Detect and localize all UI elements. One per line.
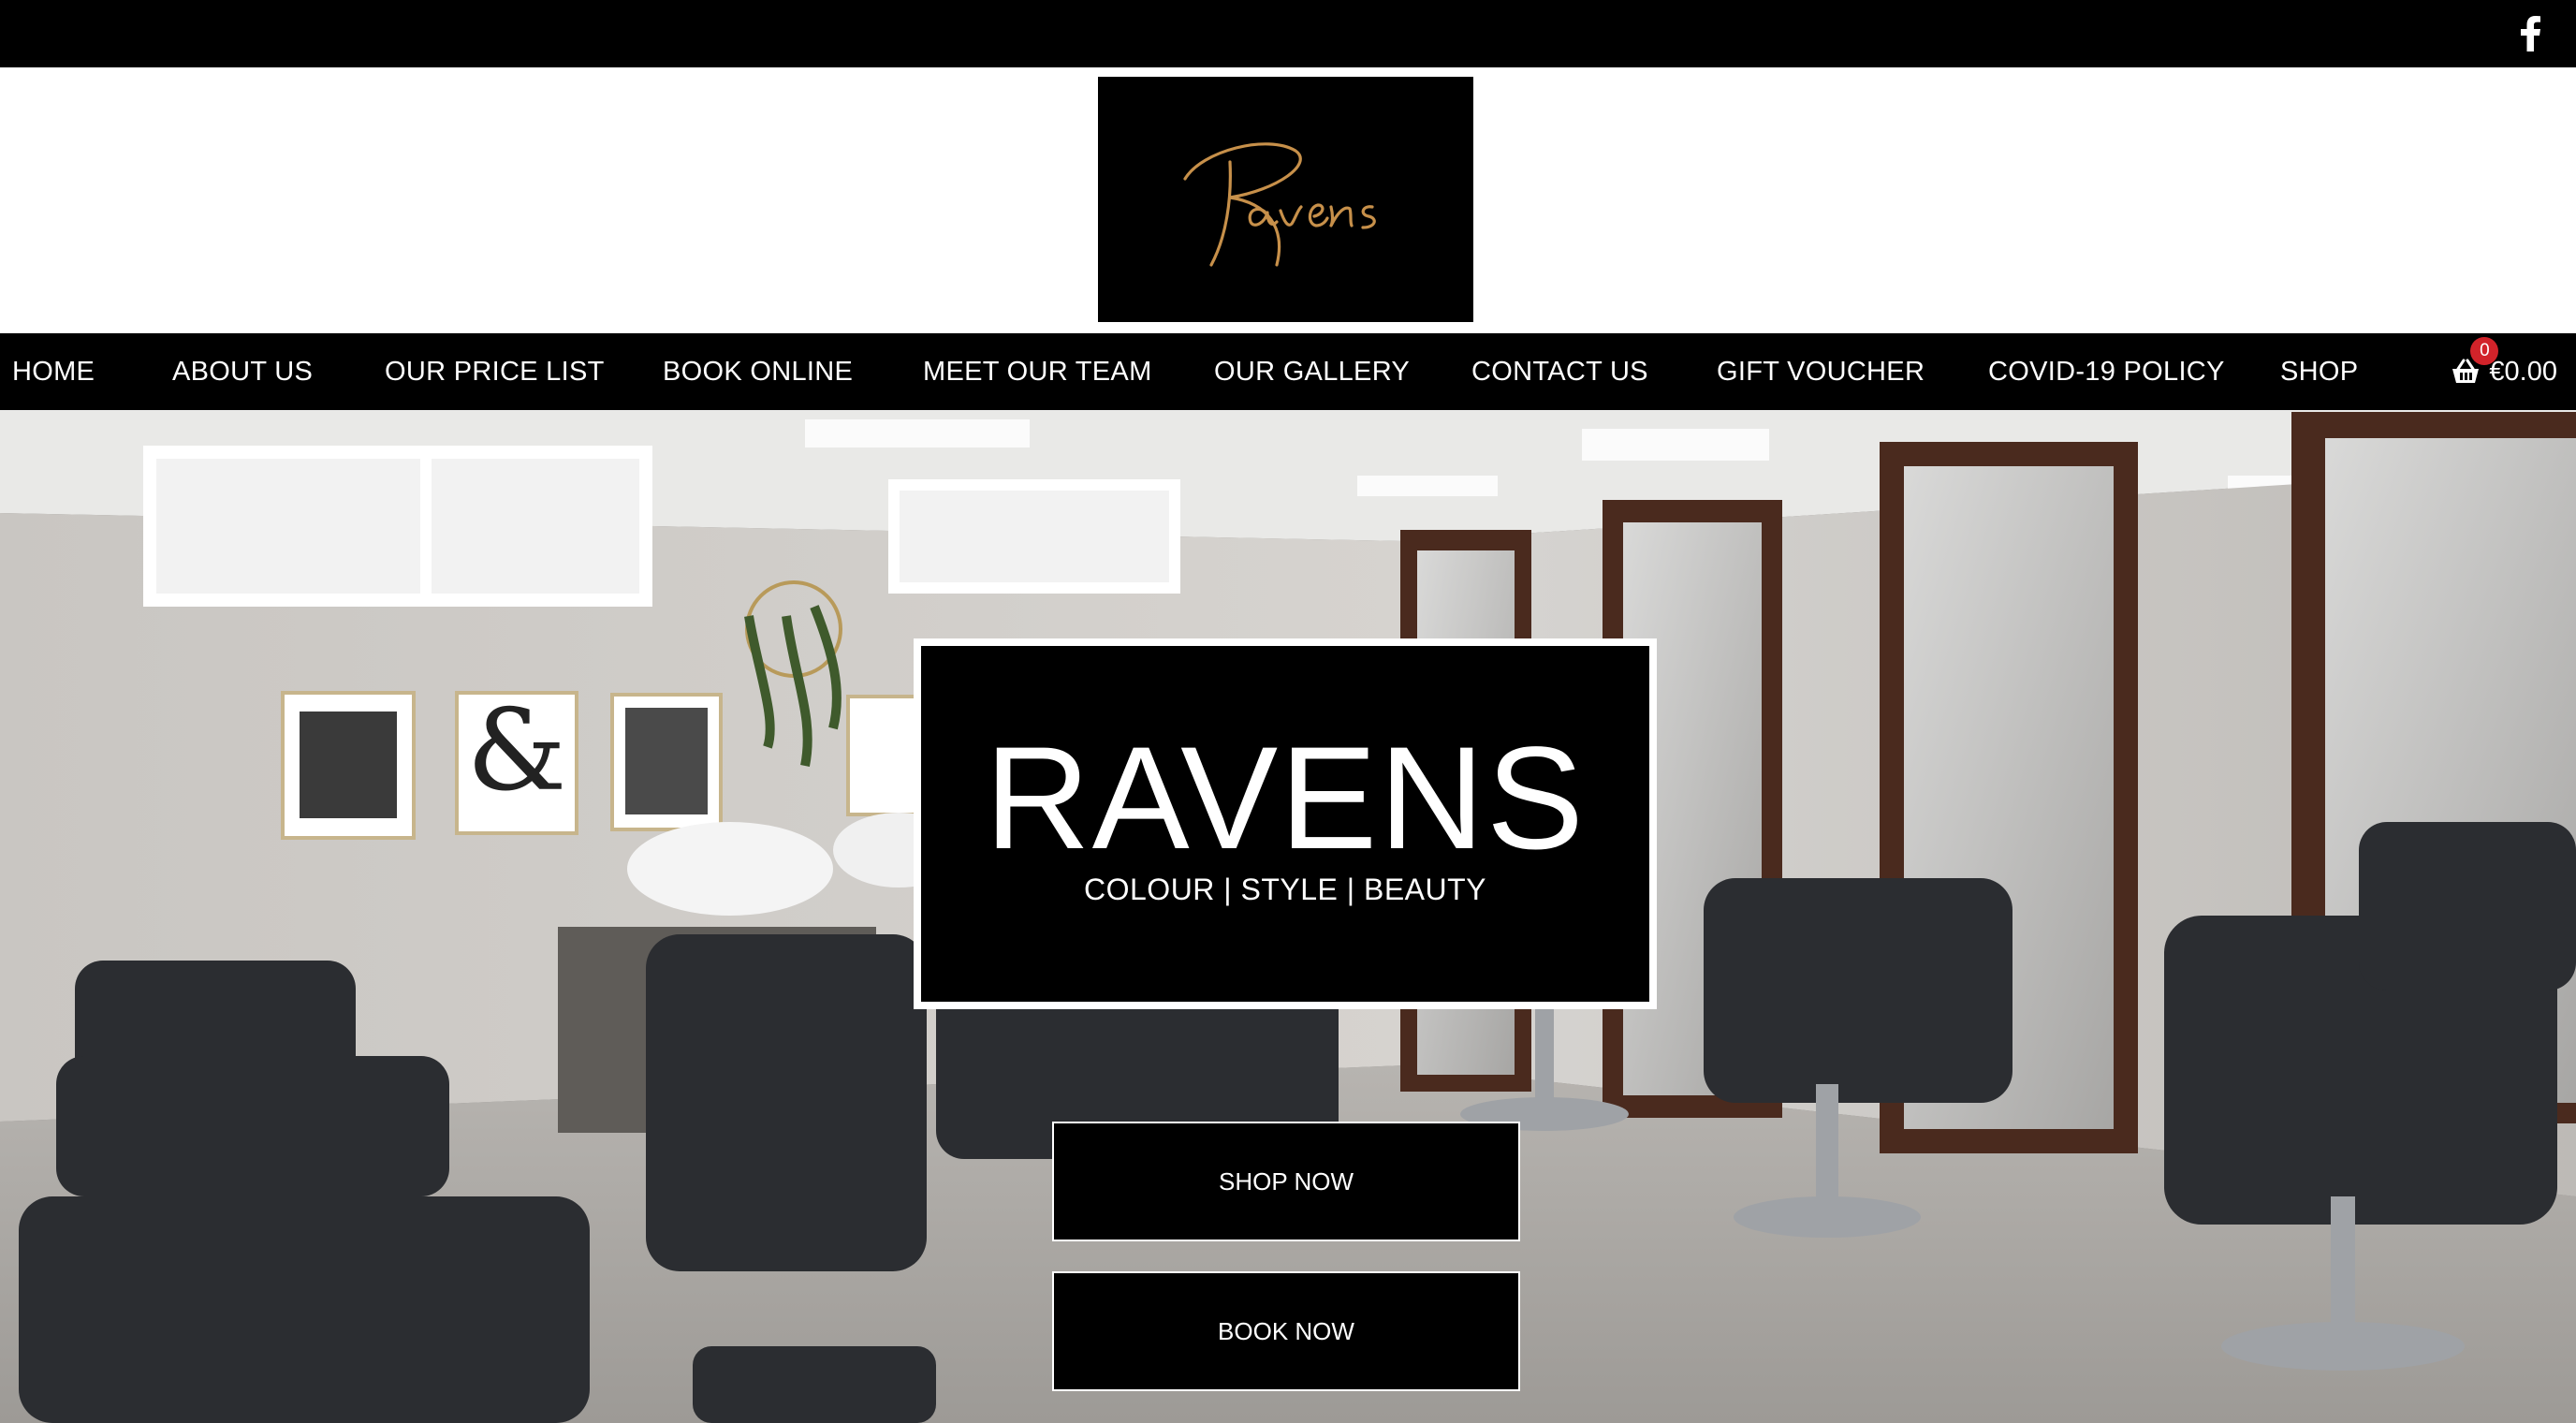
hero-subtitle: COLOUR | STYLE | BEAUTY xyxy=(1084,872,1486,906)
nav-home[interactable]: HOME xyxy=(12,333,95,410)
nav-meet-team[interactable]: MEET OUR TEAM xyxy=(923,333,1152,410)
ravens-logo-script xyxy=(1182,142,1376,267)
nav-price-list[interactable]: OUR PRICE LIST xyxy=(385,333,605,410)
hero-title: RAVENS xyxy=(985,716,1586,880)
facebook-icon[interactable] xyxy=(2510,13,2552,54)
nav-gift-voucher[interactable]: GIFT VOUCHER xyxy=(1717,333,1925,410)
ravens-logo[interactable] xyxy=(1098,77,1473,322)
basket-icon: 0 xyxy=(2450,337,2499,388)
svg-text:&: & xyxy=(467,686,567,816)
nav-book-online[interactable]: BOOK ONLINE xyxy=(663,333,853,410)
nav-contact-us[interactable]: CONTACT US xyxy=(1471,333,1648,410)
site-header xyxy=(0,67,2576,333)
hero-brand-box: RAVENS COLOUR | STYLE | BEAUTY xyxy=(914,638,1657,1009)
shop-now-button[interactable]: SHOP NOW xyxy=(1052,1122,1520,1241)
nav-covid-policy[interactable]: COVID-19 POLICY xyxy=(1988,333,2225,410)
cart-total: €0.00 xyxy=(2489,356,2557,387)
nav-gallery[interactable]: OUR GALLERY xyxy=(1214,333,1410,410)
top-bar xyxy=(0,0,2576,67)
hero-section: & RAVENS COLOUR | STYLE | BEAUTY SHOP NO… xyxy=(0,410,2576,1423)
main-nav: HOME ABOUT US OUR PRICE LIST BOOK ONLINE… xyxy=(0,333,2576,410)
book-now-button[interactable]: BOOK NOW xyxy=(1052,1271,1520,1391)
cart-button[interactable]: 0 €0.00 xyxy=(2450,333,2557,410)
nav-shop[interactable]: SHOP xyxy=(2280,333,2358,410)
nav-about-us[interactable]: ABOUT US xyxy=(172,333,313,410)
